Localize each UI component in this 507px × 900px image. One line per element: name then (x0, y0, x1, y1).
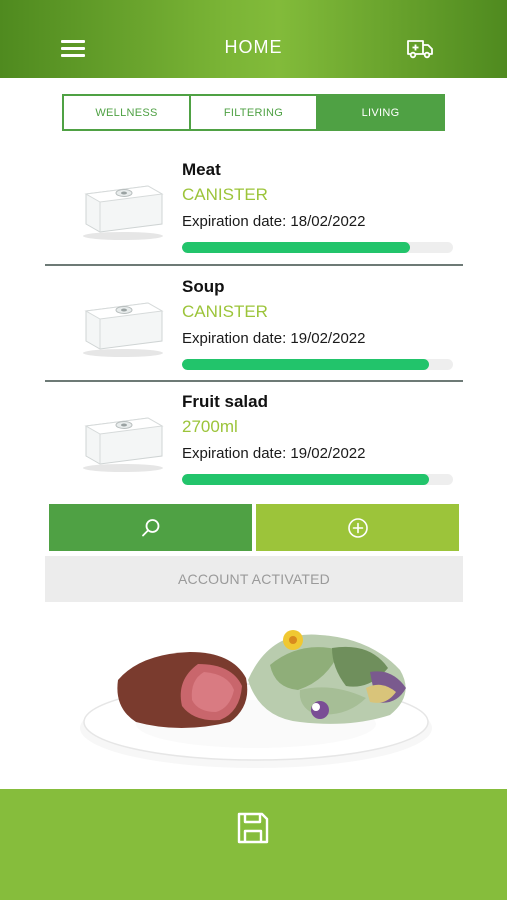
tab-living[interactable]: LIVING (318, 96, 443, 129)
bottom-bar (0, 789, 507, 900)
expiration-date: Expiration date: 19/02/2022 (182, 330, 366, 347)
search-icon (141, 518, 159, 536)
list-item-fruit-salad[interactable]: Fruit salad 2700ml Expiration date: 19/0… (45, 382, 463, 497)
tab-wellness[interactable]: WELLNESS (64, 96, 191, 129)
item-name: Soup (182, 277, 225, 296)
item-type: CANISTER (182, 185, 268, 204)
progress-fill (182, 359, 429, 370)
plus-circle-icon (347, 517, 368, 538)
item-type: CANISTER (182, 302, 268, 321)
account-status-bar: ACCOUNT ACTIVATED (45, 556, 463, 602)
freshness-progress-bar (182, 474, 453, 485)
item-name: Fruit salad (182, 392, 268, 411)
freshness-progress-bar (182, 242, 453, 253)
app-header: HOME (0, 0, 507, 78)
list-item-soup[interactable]: Soup CANISTER Expiration date: 19/02/202… (45, 267, 463, 382)
account-status-text: ACCOUNT ACTIVATED (178, 571, 330, 587)
search-button[interactable] (49, 504, 252, 551)
category-tabs: WELLNESS FILTERING LIVING (62, 94, 445, 131)
item-name: Meat (182, 160, 221, 179)
save-icon[interactable] (236, 811, 270, 845)
item-type: 2700ml (182, 417, 238, 436)
list-item-meat[interactable]: Meat CANISTER Expiration date: 18/02/202… (45, 150, 463, 265)
tab-filtering[interactable]: FILTERING (191, 96, 318, 129)
progress-fill (182, 242, 410, 253)
canister-image (83, 302, 164, 357)
food-plate-image (80, 630, 432, 768)
expiration-date: Expiration date: 18/02/2022 (182, 213, 366, 230)
freshness-progress-bar (182, 359, 453, 370)
canister-image (83, 417, 164, 472)
progress-fill (182, 474, 429, 485)
divider (45, 264, 463, 266)
add-item-button[interactable] (256, 504, 459, 551)
canister-image (83, 185, 164, 240)
expiration-date: Expiration date: 19/02/2022 (182, 445, 366, 462)
ambulance-icon[interactable] (405, 36, 435, 60)
